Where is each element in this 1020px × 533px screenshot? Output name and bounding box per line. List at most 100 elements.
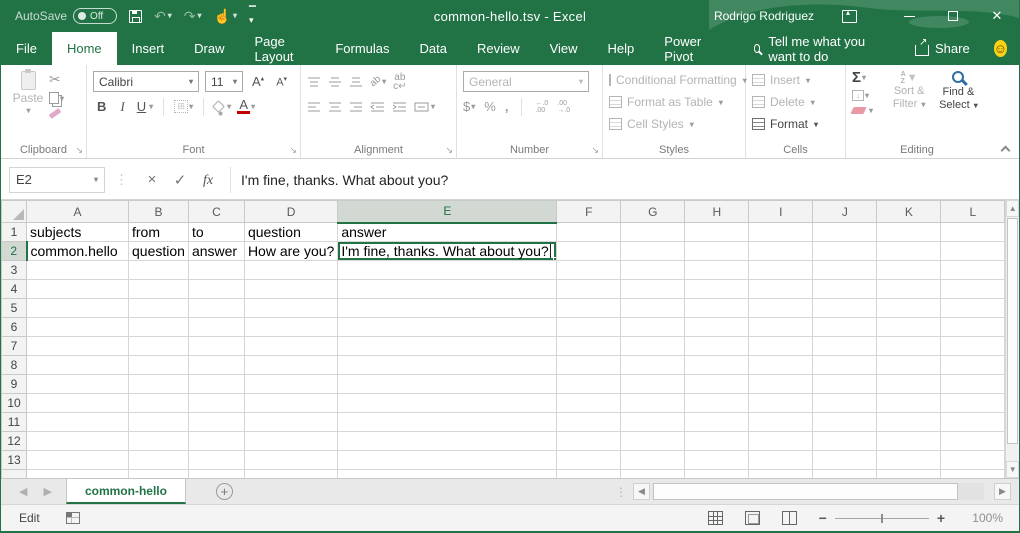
cell-J3[interactable] <box>813 261 877 280</box>
cell-B13[interactable] <box>129 451 189 470</box>
cell-K7[interactable] <box>877 337 941 356</box>
cell-J5[interactable] <box>813 299 877 318</box>
decrease-decimal-button[interactable]: .00→.0 <box>557 100 570 114</box>
tab-formulas[interactable]: Formulas <box>320 32 404 65</box>
cell-F3[interactable] <box>557 261 621 280</box>
cell-G11[interactable] <box>621 413 685 432</box>
cell-K13[interactable] <box>877 451 941 470</box>
delete-cells-button[interactable]: Delete▾ <box>752 91 841 113</box>
cell-F6[interactable] <box>557 318 621 337</box>
row-header-2[interactable]: 2 <box>2 242 27 261</box>
copy-button[interactable]: ▾ <box>49 92 64 104</box>
zoom-out-icon[interactable]: − <box>819 510 827 526</box>
sheet-tab-common-hello[interactable]: common-hello <box>66 479 186 504</box>
col-header-G[interactable]: G <box>621 201 685 223</box>
cell-G1[interactable] <box>621 223 685 242</box>
cell-A4[interactable] <box>27 280 129 299</box>
tell-me-box[interactable]: Tell me what you want to do <box>754 32 877 65</box>
col-header-L[interactable]: L <box>941 201 1005 223</box>
formula-input[interactable]: I'm fine, thanks. What about you? <box>237 172 1019 188</box>
row-header-9[interactable]: 9 <box>2 375 27 394</box>
cell-K11[interactable] <box>877 413 941 432</box>
cell-F5[interactable] <box>557 299 621 318</box>
cell-B12[interactable] <box>129 432 189 451</box>
cell-F11[interactable] <box>557 413 621 432</box>
cell-I6[interactable] <box>749 318 813 337</box>
font-size-combo[interactable]: 11▾ <box>205 71 243 92</box>
cell-L5[interactable] <box>941 299 1005 318</box>
middle-align-button[interactable] <box>328 76 342 87</box>
row-header-5[interactable]: 5 <box>2 299 27 318</box>
horizontal-scrollbar-thumb[interactable] <box>653 483 958 500</box>
cell-J4[interactable] <box>813 280 877 299</box>
macro-record-icon[interactable] <box>66 512 80 524</box>
zoom-slider[interactable] <box>835 518 929 519</box>
scroll-down-icon[interactable]: ▼ <box>1006 461 1019 478</box>
row-header-8[interactable]: 8 <box>2 356 27 375</box>
cell-F13[interactable] <box>557 451 621 470</box>
row-header-13[interactable]: 13 <box>2 451 27 470</box>
tab-help[interactable]: Help <box>593 32 650 65</box>
cell-C5[interactable] <box>188 299 244 318</box>
bold-button[interactable]: B <box>93 99 110 114</box>
cut-button[interactable]: ✂ <box>49 71 64 88</box>
page-break-preview-icon[interactable] <box>782 511 797 525</box>
cell-L9[interactable] <box>941 375 1005 394</box>
col-header-D[interactable]: D <box>244 201 337 223</box>
cell-A12[interactable] <box>27 432 129 451</box>
autosave-control[interactable]: AutoSave Off <box>15 8 117 24</box>
cell-H4[interactable] <box>685 280 749 299</box>
cell-D4[interactable] <box>244 280 337 299</box>
row-header-10[interactable]: 10 <box>2 394 27 413</box>
cell-H1[interactable] <box>685 223 749 242</box>
cell-L2[interactable] <box>941 242 1005 261</box>
cell-D7[interactable] <box>244 337 337 356</box>
format-as-table-button[interactable]: Format as Table▾ <box>609 91 741 113</box>
fill-handle[interactable] <box>553 257 557 261</box>
cell-G4[interactable] <box>621 280 685 299</box>
scroll-left-icon[interactable]: ◀ <box>633 483 650 500</box>
cell-H9[interactable] <box>685 375 749 394</box>
cell-J8[interactable] <box>813 356 877 375</box>
cell-K9[interactable] <box>877 375 941 394</box>
cell-I11[interactable] <box>749 413 813 432</box>
insert-function-button[interactable]: fx <box>194 171 222 189</box>
cell-L3[interactable] <box>941 261 1005 280</box>
cell-B10[interactable] <box>129 394 189 413</box>
cell-I13[interactable] <box>749 451 813 470</box>
cell-C11[interactable] <box>188 413 244 432</box>
decrease-indent-button[interactable] <box>370 101 385 112</box>
row-header-11[interactable]: 11 <box>2 413 27 432</box>
cell-D3[interactable] <box>244 261 337 280</box>
cell-E9[interactable] <box>338 375 557 394</box>
top-align-button[interactable] <box>307 76 321 87</box>
cell-C4[interactable] <box>188 280 244 299</box>
cell-G8[interactable] <box>621 356 685 375</box>
cell-B9[interactable] <box>129 375 189 394</box>
decrease-font-size-button[interactable]: A▾ <box>273 75 290 89</box>
row-header-1[interactable]: 1 <box>2 223 27 242</box>
scroll-up-icon[interactable]: ▲ <box>1006 200 1019 217</box>
cell-I2[interactable] <box>749 242 813 261</box>
cell-C6[interactable] <box>188 318 244 337</box>
cell-F2[interactable] <box>557 242 621 261</box>
wrap-text-button[interactable]: abc↵ <box>393 73 406 91</box>
cell-C1[interactable]: to <box>188 223 244 242</box>
vertical-scrollbar-thumb[interactable] <box>1007 218 1018 444</box>
cell-C10[interactable] <box>188 394 244 413</box>
feedback-smiley-icon[interactable]: ☺ <box>994 40 1007 57</box>
cell-J13[interactable] <box>813 451 877 470</box>
cell-E8[interactable] <box>338 356 557 375</box>
cell-I4[interactable] <box>749 280 813 299</box>
orientation-button[interactable]: ab▾ <box>370 76 386 87</box>
cell-D8[interactable] <box>244 356 337 375</box>
cell-A13[interactable] <box>27 451 129 470</box>
cell-C13[interactable] <box>188 451 244 470</box>
tab-draw[interactable]: Draw <box>179 32 239 65</box>
user-name[interactable]: Rodrigo Rodriguez <box>714 9 814 23</box>
cell-E2[interactable]: I'm fine, thanks. What about you? <box>338 242 557 261</box>
cell-B2[interactable]: question <box>129 242 189 261</box>
cell-G9[interactable] <box>621 375 685 394</box>
zoom-slider-thumb[interactable] <box>881 514 883 523</box>
col-header-H[interactable]: H <box>685 201 749 223</box>
